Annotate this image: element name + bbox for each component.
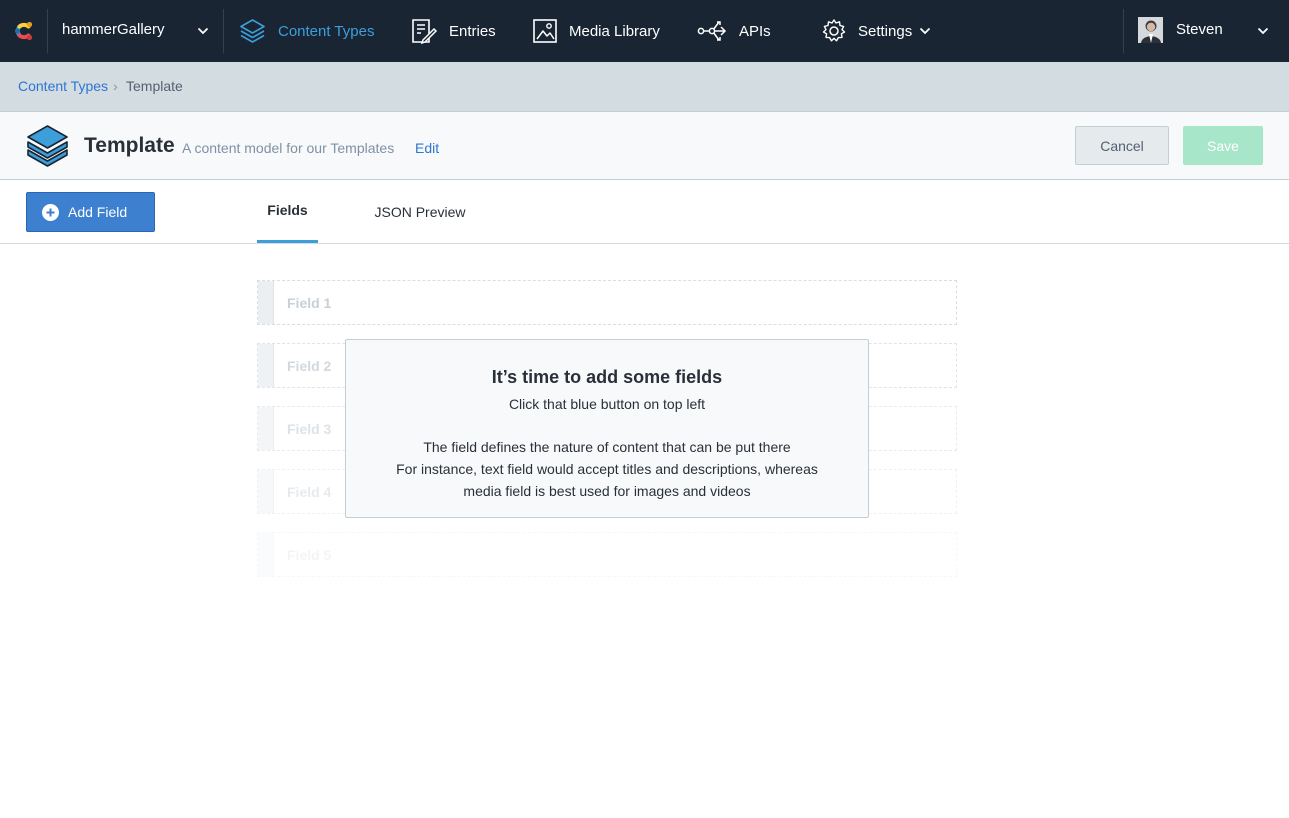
tab-label: Fields (267, 202, 308, 218)
chevron-down-icon[interactable] (197, 27, 209, 35)
nav-item-content-types[interactable]: Content Types (238, 0, 374, 62)
breadcrumb: Content Types › Template (0, 62, 1289, 112)
breadcrumb-link-content-types[interactable]: Content Types (18, 78, 108, 94)
nav-divider (47, 9, 48, 53)
add-field-label: Add Field (68, 204, 128, 220)
tab-label: JSON Preview (374, 203, 466, 220)
ghost-field-label: Field 5 (287, 546, 332, 563)
tab-fields[interactable]: Fields (257, 180, 318, 243)
media-icon (533, 19, 557, 43)
nav-item-label: Settings (858, 22, 913, 40)
space-name[interactable]: hammerGallery (62, 21, 165, 38)
avatar[interactable] (1138, 17, 1163, 43)
empty-state-subtitle: Click that blue button on top left (508, 396, 706, 412)
drag-handle (258, 470, 274, 513)
nav-item-settings[interactable]: Settings (821, 0, 912, 62)
nav-item-label: Media Library (569, 22, 660, 40)
page-description: A content model for our Templates (182, 140, 395, 156)
layers-icon (240, 19, 265, 43)
breadcrumb-separator: › (113, 78, 118, 94)
fields-toolbar: Add Field Fields JSON Preview (0, 180, 1289, 244)
content-type-icon (27, 125, 68, 167)
add-field-button[interactable]: Add Field (26, 192, 155, 232)
tab-json-preview[interactable]: JSON Preview (365, 180, 475, 243)
plus-circle-icon (42, 203, 59, 221)
ghost-field-row: Field 1 (257, 280, 957, 325)
top-navigation: hammerGallery Content Types Entries Medi… (0, 0, 1289, 62)
nav-item-entries[interactable]: Entries (409, 0, 496, 62)
save-button[interactable]: Save (1183, 126, 1263, 165)
user-name[interactable]: Steven (1176, 21, 1223, 38)
nav-item-apis[interactable]: APIs (697, 0, 771, 62)
empty-state-body-line: media field is best used for images and … (463, 483, 751, 499)
empty-state-title: It’s time to add some fields (491, 367, 723, 387)
contentful-logo-icon[interactable] (11, 18, 37, 44)
page-header: Template A content model for our Templat… (0, 112, 1289, 180)
empty-state-card: It’s time to add some fields Click that … (345, 339, 869, 518)
drag-handle (258, 344, 274, 387)
nav-item-media-library[interactable]: Media Library (532, 0, 660, 62)
nav-item-label: Entries (449, 22, 496, 40)
breadcrumb-current: Template (126, 78, 183, 94)
nav-item-label: Content Types (278, 22, 375, 40)
user-avatar-icon (1138, 17, 1163, 43)
empty-state-body-line: For instance, text field would accept ti… (396, 461, 818, 477)
nav-item-label: APIs (739, 22, 771, 40)
ghost-field-row: Field 5 (257, 532, 957, 577)
drag-handle (258, 533, 274, 576)
ghost-field-label: Field 3 (287, 420, 332, 437)
edit-link[interactable]: Edit (415, 140, 439, 156)
nav-divider (223, 9, 224, 53)
chevron-down-icon[interactable] (1257, 27, 1269, 35)
entries-icon (412, 19, 438, 45)
drag-handle (258, 407, 274, 450)
empty-state-body-line: The field defines the nature of content … (423, 439, 791, 455)
ghost-field-label: Field 4 (287, 483, 332, 500)
empty-state-body: The field defines the nature of content … (346, 436, 868, 502)
chevron-down-icon[interactable] (919, 27, 931, 35)
page-title: Template (84, 134, 175, 157)
gear-icon (822, 19, 846, 42)
cancel-button[interactable]: Cancel (1075, 126, 1169, 165)
apis-icon (697, 21, 727, 41)
ghost-field-label: Field 1 (287, 294, 332, 311)
nav-divider (1123, 9, 1124, 53)
drag-handle (258, 281, 274, 324)
ghost-field-label: Field 2 (287, 357, 332, 374)
